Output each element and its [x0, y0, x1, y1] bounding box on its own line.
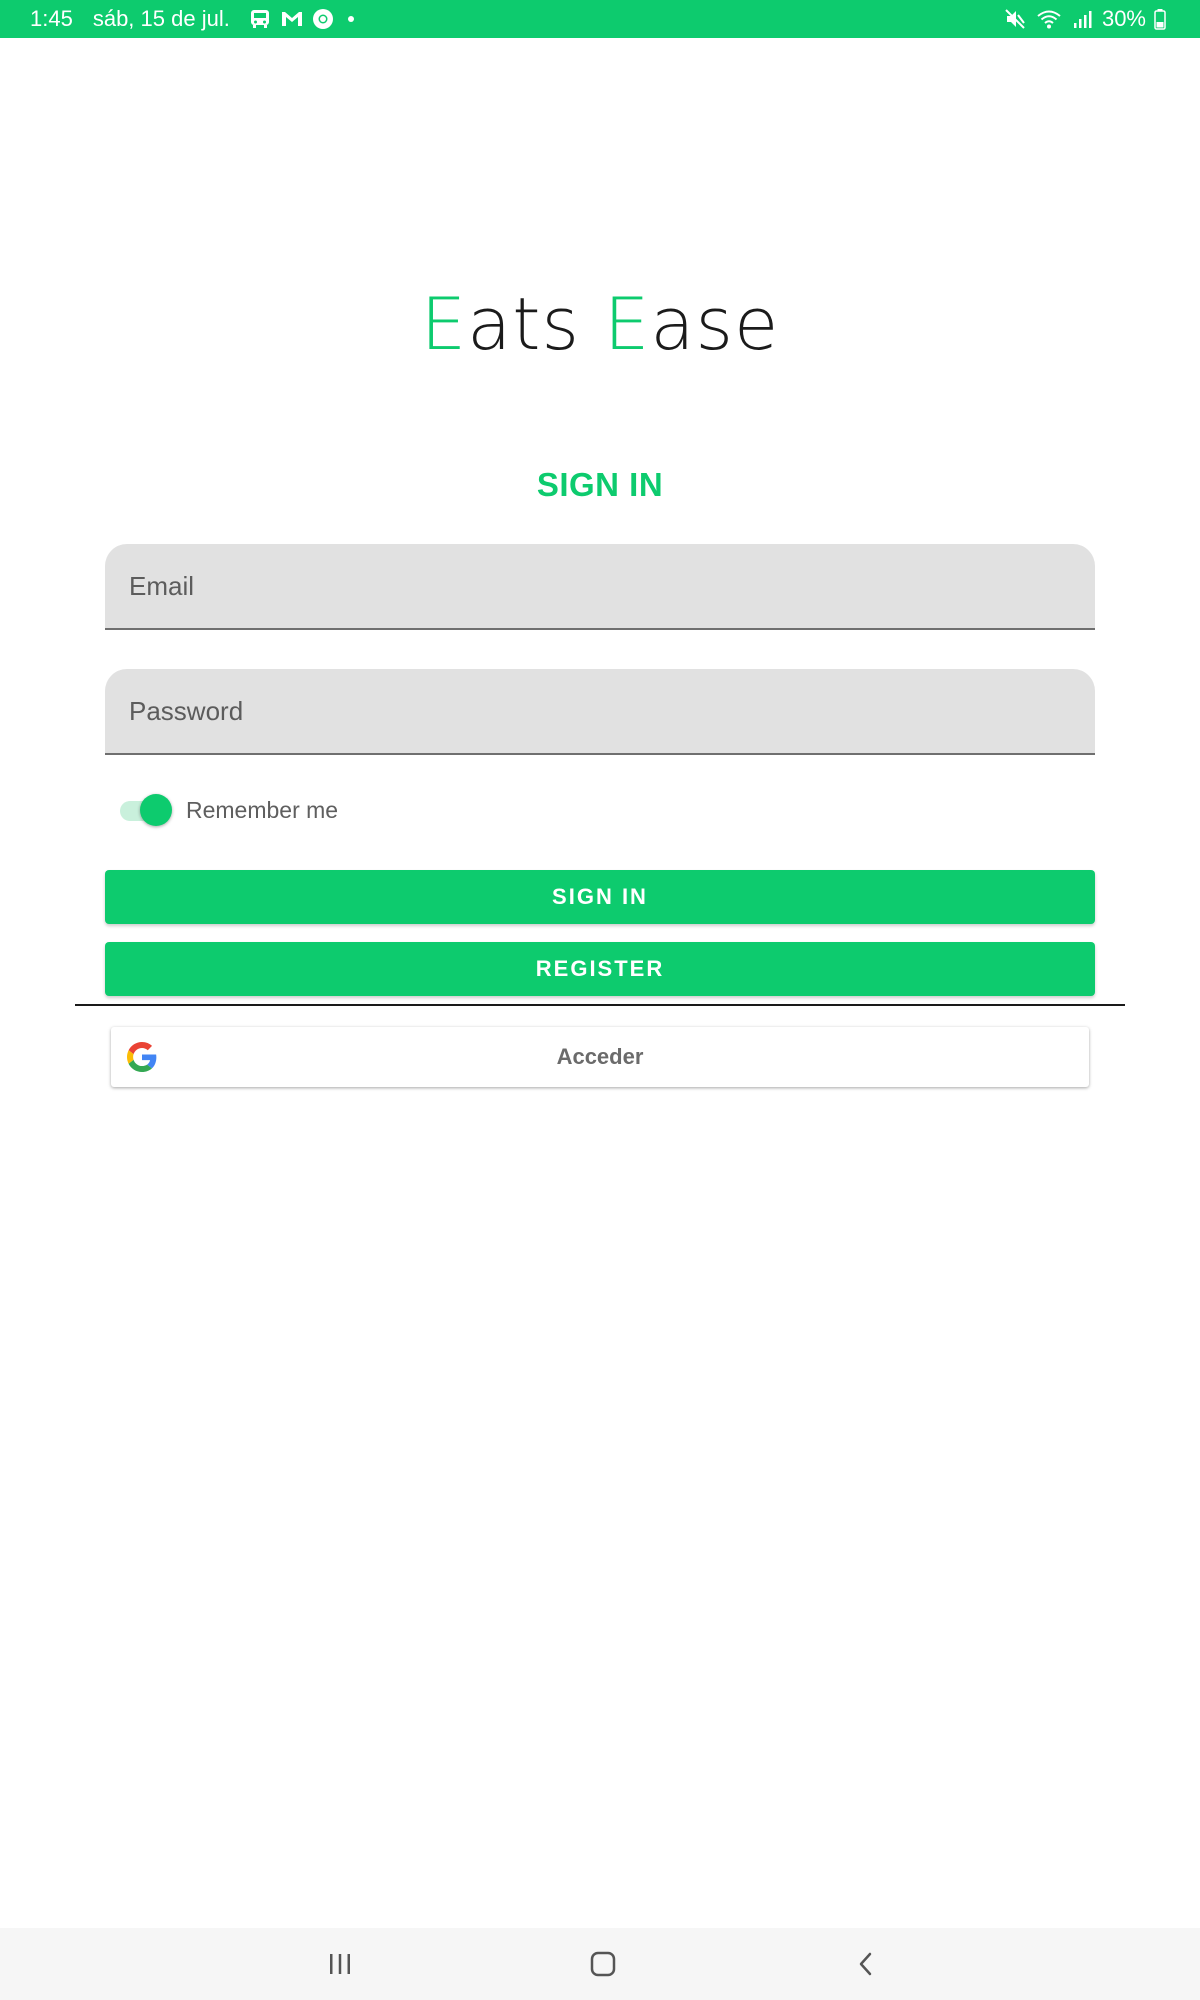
logo-text-1: ats	[467, 282, 604, 366]
status-bar-right: 30%	[1000, 6, 1172, 32]
back-icon[interactable]	[846, 1944, 886, 1984]
password-field-container	[105, 669, 1095, 755]
remember-me-label: Remember me	[186, 796, 339, 823]
signal-icon	[1072, 9, 1092, 29]
status-bar-left: 1:45 sáb, 15 de jul.	[30, 6, 354, 32]
page-title: SIGN IN	[536, 466, 664, 503]
logo-accent-letter-2: E	[603, 282, 651, 366]
recents-icon[interactable]	[320, 1944, 360, 1984]
mute-icon	[1004, 8, 1026, 30]
register-button[interactable]: REGISTER	[105, 942, 1095, 996]
app-logo: Eats Ease	[0, 282, 1200, 366]
status-bar: 1:45 sáb, 15 de jul. 30%	[0, 0, 1200, 38]
bus-icon	[248, 8, 272, 30]
logo-accent-letter-1: E	[420, 282, 468, 366]
divider	[75, 1004, 1125, 1006]
notification-dot-icon	[347, 16, 354, 22]
toggle-thumb	[140, 794, 172, 826]
email-field-container	[105, 544, 1095, 630]
google-icon	[127, 1042, 157, 1072]
navigation-bar	[0, 1928, 1200, 2000]
remember-me-row: Remember me	[118, 790, 338, 830]
gmail-icon	[280, 9, 304, 29]
sign-in-button[interactable]: SIGN IN	[105, 870, 1095, 924]
home-icon[interactable]	[583, 1944, 623, 1984]
google-sign-in-label: Acceder	[556, 1044, 644, 1069]
battery-percent: 30%	[1101, 6, 1146, 31]
chrome-icon	[312, 8, 334, 30]
status-time: 1:45	[30, 6, 73, 31]
status-date: sáb, 15 de jul.	[92, 6, 230, 31]
wifi-icon	[1036, 8, 1062, 30]
google-sign-in-button[interactable]: Acceder	[111, 1027, 1089, 1087]
battery-icon	[1154, 8, 1166, 30]
remember-me-toggle[interactable]	[118, 792, 174, 828]
email-field[interactable]	[105, 544, 1095, 628]
password-field[interactable]	[105, 669, 1095, 753]
logo-text-2: ase	[650, 282, 780, 366]
